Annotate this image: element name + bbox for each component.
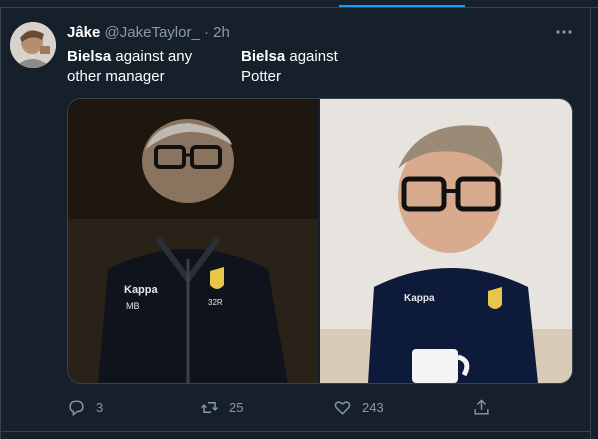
divider-right xyxy=(590,7,591,439)
retweet-button[interactable]: 25 xyxy=(200,396,243,418)
tweet-text-rest: against any xyxy=(111,48,193,65)
tweet-header: Jâke @JakeTaylor_ · 2h xyxy=(67,24,230,42)
tweet-media[interactable]: Kappa MB 32R Kappa xyxy=(67,98,573,384)
reply-icon xyxy=(69,399,84,416)
share-button[interactable] xyxy=(472,396,491,418)
share-icon xyxy=(474,398,489,415)
like-button[interactable]: 243 xyxy=(333,396,384,418)
tweet-actions: 3 25 243 xyxy=(0,396,590,418)
tweet-text-line2: Potter xyxy=(241,68,282,85)
divider-top xyxy=(0,7,598,8)
like-count: 243 xyxy=(362,399,384,415)
divider-left xyxy=(0,7,1,439)
tweet-text-rest: against xyxy=(285,48,338,65)
svg-text:Kappa: Kappa xyxy=(404,293,435,304)
tweet-text-line2: other manager xyxy=(67,68,165,85)
svg-text:32R: 32R xyxy=(208,298,223,307)
retweet-icon xyxy=(201,401,218,413)
display-name[interactable]: Jâke xyxy=(67,24,100,41)
tweet-text-right: Bielsa against Potter xyxy=(241,47,338,87)
tweet-text-bold: Bielsa xyxy=(241,48,286,65)
timestamp[interactable]: 2h xyxy=(213,24,230,41)
svg-text:Kappa: Kappa xyxy=(124,284,159,296)
avatar[interactable] xyxy=(10,22,56,68)
media-photo-right: Kappa xyxy=(320,99,572,383)
user-handle[interactable]: @JakeTaylor_ xyxy=(105,24,200,41)
like-icon xyxy=(334,400,351,415)
tweet-text-bold: Bielsa xyxy=(67,48,112,65)
reply-count: 3 xyxy=(96,399,104,415)
media-photo-left: Kappa MB 32R xyxy=(68,99,318,383)
separator: · xyxy=(204,24,209,41)
reply-button[interactable]: 3 xyxy=(67,396,103,418)
tweet-text-left: Bielsa against any other manager xyxy=(67,47,192,87)
divider-bottom xyxy=(0,431,590,432)
more-icon[interactable] xyxy=(554,24,574,40)
svg-text:MB: MB xyxy=(126,301,140,311)
retweet-count: 25 xyxy=(229,399,244,415)
